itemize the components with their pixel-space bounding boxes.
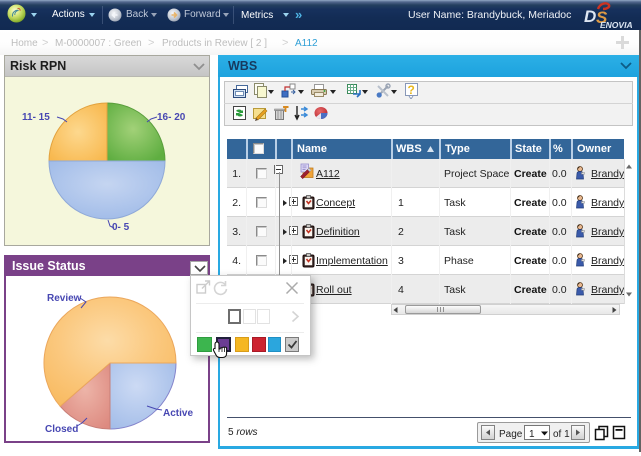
svg-text:?: ?	[408, 83, 415, 97]
svg-text:D: D	[584, 7, 596, 26]
svg-text:ENOVIA: ENOVIA	[600, 20, 633, 29]
